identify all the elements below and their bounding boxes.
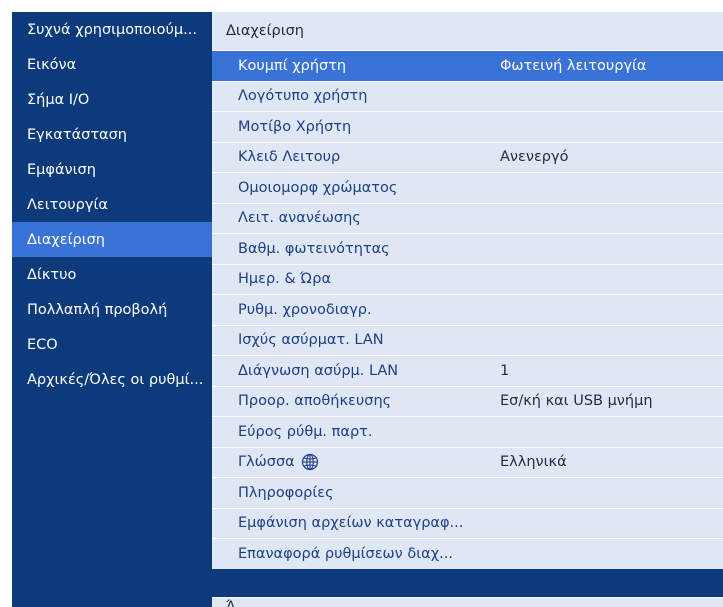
menu-row-storage-destination[interactable]: Προορ. αποθήκευσης Εσ/κή και USB μνήμη [212, 385, 723, 416]
sidebar-item-label: Εικόνα [27, 56, 77, 73]
sidebar-item-signal-io[interactable]: Σήμα I/O [12, 82, 212, 117]
menu-row-refresh-mode[interactable]: Λειτ. ανανέωσης [212, 202, 723, 233]
row-label: Βαθμ. φωτεινότητας [238, 240, 390, 257]
sidebar-item-label: Λειτουργία [27, 196, 108, 213]
row-value: Ανενεργό [500, 149, 569, 166]
row-label: Ημερ. & Ώρα [238, 271, 332, 288]
projector-menu-frame: Συχνά χρησιμοποιούμ... Εικόνα Σήμα I/O Ε… [12, 12, 723, 607]
row-label: Εύρος ρύθμ. παρτ. [238, 423, 373, 440]
sidebar-item-label: Διαχείριση [27, 231, 105, 248]
sidebar-item-label: Εγκατάσταση [27, 126, 127, 143]
settings-panel: Διαχείριση Κουμπί χρήστη Φωτεινή λειτουρ… [212, 12, 723, 607]
menu-row-reset-management-settings[interactable]: Επαναφορά ρυθμίσεων διαχ... [212, 538, 723, 569]
row-label: Ισχύς ασύρματ. LAN [238, 332, 384, 349]
menu-row-user-button[interactable]: Κουμπί χρήστη Φωτεινή λειτουργία [212, 50, 723, 81]
row-label: Επαναφορά ρυθμίσεων διαχ... [238, 545, 453, 562]
row-label: Εμφάνιση αρχείων καταγραφ... [238, 515, 464, 532]
row-value: Φωτεινή λειτουργία [500, 57, 647, 74]
sidebar-item-multi-projection[interactable]: Πολλαπλή προβολή [12, 292, 212, 327]
sidebar-item-label: Εμφάνιση [27, 161, 96, 178]
menu-row-language[interactable]: Γλώσσα Ελληνικά [212, 446, 723, 478]
row-label: Ομοιομορφ χρώματος [238, 179, 398, 196]
sidebar-item-frequently-used[interactable]: Συχνά χρησιμοποιούμ... [12, 12, 212, 47]
sidebar-item-initial-all-settings[interactable]: Αρχικές/Όλες οι ρυθμί... [12, 362, 212, 397]
menu-row-wireless-lan-diagnostics[interactable]: Διάγνωση ασύρμ. LAN 1 [212, 355, 723, 386]
sidebar-item-image[interactable]: Εικόνα [12, 47, 212, 82]
panel-footer: Ά... [212, 597, 723, 607]
sidebar-item-label: Πολλαπλή προβολή [27, 301, 168, 318]
sidebar-item-label: Σήμα I/O [27, 91, 90, 108]
menu-row-information[interactable]: Πληροφορίες [212, 477, 723, 508]
row-label: Ρυθμ. χρονοδιαγρ. [238, 301, 372, 318]
row-label: Διάγνωση ασύρμ. LAN [238, 362, 399, 379]
row-label: Μοτίβο Χρήστη [238, 118, 352, 135]
sidebar-item-operation[interactable]: Λειτουργία [12, 187, 212, 222]
sidebar-item-eco[interactable]: ECO [12, 327, 212, 362]
row-label: Προορ. αποθήκευσης [238, 393, 392, 410]
row-value: 1 [500, 362, 510, 379]
row-label: Κλειδ Λειτουρ [238, 149, 341, 166]
sidebar-item-label: Συχνά χρησιμοποιούμ... [27, 21, 197, 38]
menu-row-user-pattern[interactable]: Μοτίβο Χρήστη [212, 111, 723, 142]
sidebar-item-label: Αρχικές/Όλες οι ρυθμί... [27, 371, 204, 388]
menu-row-brightness-calibration[interactable]: Βαθμ. φωτεινότητας [212, 233, 723, 264]
sidebar-item-installation[interactable]: Εγκατάσταση [12, 117, 212, 152]
row-value: Ελληνικά [500, 454, 567, 471]
sidebar-item-management[interactable]: Διαχείριση [12, 222, 212, 257]
language-label: Γλώσσα [238, 454, 295, 471]
menu-row-wireless-lan-power[interactable]: Ισχύς ασύρματ. LAN [212, 324, 723, 355]
sidebar-item-network[interactable]: Δίκτυο [12, 257, 212, 292]
sidebar-item-display[interactable]: Εμφάνιση [12, 152, 212, 187]
menu-row-display-log-files[interactable]: Εμφάνιση αρχείων καταγραφ... [212, 507, 723, 538]
menu-row-batch-setup-range[interactable]: Εύρος ρύθμ. παρτ. [212, 416, 723, 447]
globe-icon [301, 454, 318, 471]
sidebar-item-label: ECO [27, 336, 58, 353]
footer-text: Ά... [226, 599, 250, 607]
panel-title: Διαχείριση [212, 12, 723, 50]
row-label: Κουμπί χρήστη [238, 57, 347, 74]
row-value: Εσ/κή και USB μνήμη [500, 393, 653, 410]
row-label: Γλώσσα [238, 448, 319, 478]
sidebar-item-label: Δίκτυο [27, 266, 77, 283]
menu-row-color-uniformity[interactable]: Ομοιομορφ χρώματος [212, 172, 723, 203]
row-label: Λογότυπο χρήστη [238, 88, 368, 105]
menu-row-lock-setting[interactable]: Κλειδ Λειτουρ Ανενεργό [212, 141, 723, 172]
menu-row-schedule-settings[interactable]: Ρυθμ. χρονοδιαγρ. [212, 294, 723, 325]
sidebar: Συχνά χρησιμοποιούμ... Εικόνα Σήμα I/O Ε… [12, 12, 212, 607]
row-label: Πληροφορίες [238, 484, 334, 501]
menu-row-user-logo[interactable]: Λογότυπο χρήστη [212, 80, 723, 111]
row-label: Λειτ. ανανέωσης [238, 210, 361, 227]
menu-row-date-time[interactable]: Ημερ. & Ώρα [212, 263, 723, 294]
